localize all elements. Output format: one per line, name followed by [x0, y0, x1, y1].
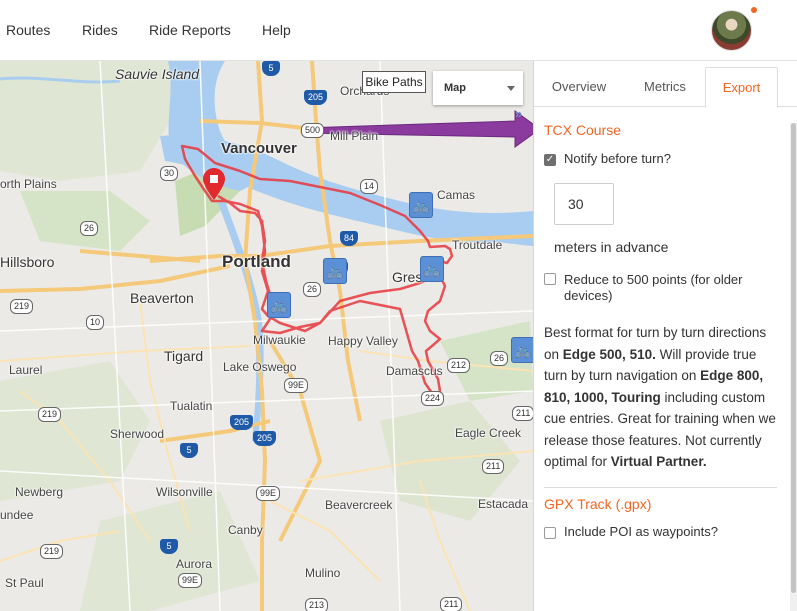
map-label-sherwood: Sherwood	[110, 427, 165, 441]
bike-marker-icon[interactable]: 🚲	[267, 292, 291, 318]
section-divider	[544, 486, 777, 488]
nav-routes[interactable]: Routes	[6, 22, 50, 38]
include-poi-checkbox[interactable]	[544, 526, 556, 539]
highway-shield: 26	[490, 351, 509, 366]
panel-scrollbar-thumb[interactable]	[791, 123, 796, 593]
highway-shield: 219	[38, 407, 62, 422]
highway-shield: 212	[447, 358, 471, 373]
panel-tabs: Overview Metrics Export	[534, 61, 797, 108]
highway-shield: 219	[10, 299, 34, 314]
highway-shield: 211	[512, 406, 533, 421]
highway-shield: 219	[40, 544, 64, 559]
map-label-estacada: Estacada	[478, 497, 529, 511]
highway-shield: 205	[304, 90, 328, 105]
notification-dot	[751, 7, 757, 13]
desc-bold: Virtual Partner.	[610, 454, 707, 469]
map-label-troutdale: Troutdale	[452, 238, 503, 252]
tab-metrics[interactable]: Metrics	[628, 67, 702, 107]
gpx-track-heading: GPX Track (.gpx)	[544, 495, 652, 512]
map-label-eagle-creek: Eagle Creek	[455, 426, 522, 440]
notify-label: Notify before turn?	[564, 151, 671, 166]
nav-ride-reports[interactable]: Ride Reports	[149, 22, 231, 38]
distance-suffix-label: meters in advance	[554, 239, 669, 255]
map-label-north-plains: orth Plains	[0, 177, 57, 191]
map-label-st-paul: St Paul	[5, 576, 44, 590]
tab-export[interactable]: Export	[705, 67, 778, 108]
nav-rides[interactable]: Rides	[82, 22, 118, 38]
user-avatar[interactable]	[711, 10, 752, 51]
map-label-canby: Canby	[228, 523, 263, 537]
map-label-undee: undee	[0, 508, 34, 522]
turn-distance-input[interactable]: 30	[554, 183, 614, 225]
highway-shield: 30	[160, 166, 179, 181]
collapse-panel-icon[interactable]: »	[515, 106, 522, 121]
highway-shield: 5	[160, 539, 178, 554]
reduce-points-row[interactable]: Reduce to 500 points (for older devices)	[544, 272, 777, 304]
map-label-mulino: Mulino	[305, 566, 341, 580]
map-label-tigard: Tigard	[164, 348, 204, 364]
map-label-beaverton: Beaverton	[130, 290, 194, 306]
map-label-mill-plain: Mill Plain	[330, 129, 379, 143]
highway-shield: 99E	[178, 573, 203, 588]
highway-shield: 205	[253, 431, 277, 446]
reduce-points-checkbox[interactable]	[544, 273, 556, 285]
highway-shield: 5	[180, 443, 198, 458]
map-type-value: Map	[444, 82, 466, 94]
tab-overview[interactable]: Overview	[538, 67, 620, 107]
map-type-select[interactable]: Map	[433, 71, 523, 105]
map-label-hillsboro: Hillsboro	[0, 254, 55, 270]
map-label-damascus: Damascus	[386, 364, 443, 378]
highway-shield: 99E	[256, 486, 281, 501]
map-label-beavercreek: Beavercreek	[325, 498, 393, 512]
highway-shield: 211	[440, 597, 463, 611]
include-poi-row[interactable]: Include POI as waypoints?	[544, 524, 777, 539]
highway-shield: 205	[230, 415, 254, 430]
highway-shield: 26	[80, 221, 99, 236]
route-map[interactable]: Sauvie Island Orchards Vancouver Mill Pl…	[0, 61, 533, 611]
desc-bold: Edge 500, 510.	[562, 346, 656, 362]
include-poi-label: Include POI as waypoints?	[564, 523, 718, 539]
highway-shield: 213	[305, 598, 329, 611]
map-label-happy-valley: Happy Valley	[328, 334, 398, 348]
highway-shield: 5	[262, 61, 280, 76]
tcx-course-heading: TCX Course	[544, 122, 622, 138]
map-label-wilsonville: Wilsonville	[156, 485, 213, 499]
highway-shield: 224	[421, 391, 445, 406]
highway-shield: 500	[301, 123, 325, 138]
map-label-milwaukie: Milwaukie	[253, 333, 306, 347]
route-side-panel: Overview Metrics Export TCX Course ✓ Not…	[533, 61, 797, 611]
highway-shield: 14	[360, 179, 379, 194]
map-label-lake-oswego: Lake Oswego	[223, 360, 297, 374]
reduce-points-label: Reduce to 500 points (for older devices)	[564, 272, 743, 303]
map-label-newberg: Newberg	[15, 485, 64, 499]
map-label-laurel: Laurel	[9, 363, 43, 377]
chevron-down-icon	[507, 86, 515, 91]
bike-marker-icon[interactable]: 🚲	[323, 258, 347, 284]
notify-before-turn-row[interactable]: ✓ Notify before turn?	[544, 151, 777, 166]
top-navigation: Routes Rides Ride Reports Help	[0, 0, 797, 61]
notify-checkbox[interactable]: ✓	[544, 154, 556, 166]
highway-shield: 84	[340, 231, 359, 246]
map-label-tualatin: Tualatin	[170, 399, 213, 413]
export-panel: TCX Course ✓ Notify before turn? 30 mete…	[544, 107, 777, 539]
map-label-camas: Camas	[437, 188, 476, 202]
highway-shield: 99E	[284, 378, 309, 393]
map-label-aurora: Aurora	[176, 557, 213, 571]
bike-marker-icon[interactable]: 🚲	[409, 192, 433, 218]
highway-shield: 26	[303, 282, 322, 297]
nav-help[interactable]: Help	[262, 22, 291, 38]
highway-shield: 10	[86, 315, 105, 330]
map-label-portland: Portland	[222, 252, 291, 271]
map-label-vancouver: Vancouver	[221, 140, 297, 157]
bike-marker-icon[interactable]: 🚲	[420, 256, 444, 282]
map-label-sauvie-island: Sauvie Island	[115, 66, 200, 82]
bike-marker-icon[interactable]: 🚲	[511, 337, 533, 363]
highway-shield: 211	[482, 459, 505, 474]
bike-paths-toggle[interactable]: Bike Paths	[362, 71, 426, 93]
tcx-description: Best format for turn by turn directions …	[544, 322, 777, 473]
